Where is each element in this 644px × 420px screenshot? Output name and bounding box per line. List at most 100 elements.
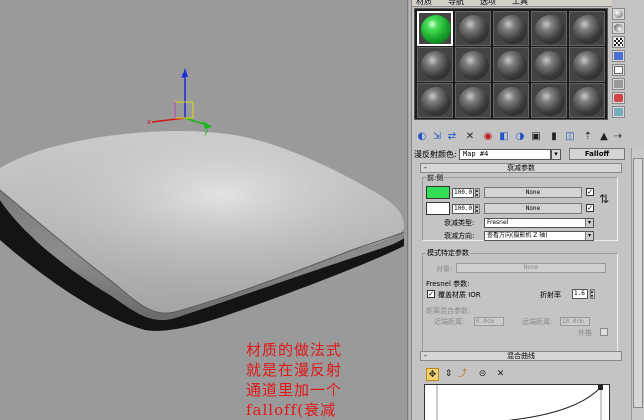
- swap-colors-icon[interactable]: ⇅: [598, 193, 610, 206]
- near-distance-field[interactable]: 0.0cm: [474, 317, 504, 326]
- color-swatch-2[interactable]: [426, 202, 450, 215]
- map-enable-checkbox-1[interactable]: ✓: [586, 188, 594, 196]
- assign-icon[interactable]: ⇄: [446, 130, 458, 143]
- ior-field[interactable]: 1.6: [572, 289, 588, 299]
- far-distance-label: 远端距离:: [522, 318, 553, 326]
- map-enable-checkbox-2[interactable]: ✓: [586, 204, 594, 212]
- amount-spinner-1[interactable]: [475, 188, 480, 198]
- reset-curve-icon[interactable]: ✕: [494, 368, 507, 381]
- material-slot-15[interactable]: [569, 83, 605, 118]
- sample-sphere: [573, 15, 603, 44]
- collapse-icon: -: [424, 163, 427, 172]
- show-end-result-icon[interactable]: ▮: [548, 130, 560, 143]
- falloff-type-select[interactable]: Fresnel ▾: [484, 218, 594, 228]
- video-icon: [614, 66, 623, 74]
- menu-navigation[interactable]: 导航: [448, 0, 464, 7]
- material-slot-14[interactable]: [531, 83, 567, 118]
- amount-field-2[interactable]: 100.0: [452, 204, 474, 214]
- material-slot-9[interactable]: [531, 47, 567, 82]
- show-map-icon[interactable]: ▣: [530, 130, 542, 143]
- scrollbar-thumb[interactable]: [633, 158, 643, 408]
- material-slot-4[interactable]: [531, 11, 567, 46]
- ior-spinner[interactable]: [590, 289, 595, 299]
- amount-spinner-2[interactable]: [475, 204, 480, 214]
- menu-utilities[interactable]: 工具: [512, 0, 528, 7]
- sample-sphere: [459, 51, 489, 80]
- object-label: 对象:: [436, 265, 453, 273]
- front-side-label: 前:侧: [426, 173, 445, 183]
- chevron-down-icon: ▾: [585, 232, 593, 240]
- uv-tiling-button[interactable]: [612, 50, 625, 62]
- add-point-icon[interactable]: ⤴: [456, 368, 469, 381]
- put-to-scene-icon[interactable]: ⇲: [431, 130, 443, 143]
- override-ior-checkbox[interactable]: ✓: [427, 290, 435, 298]
- menu-options[interactable]: 选项: [480, 0, 496, 7]
- panel-scrollbar[interactable]: [631, 148, 644, 420]
- delete-point-icon[interactable]: ⊝: [476, 368, 489, 381]
- material-slot-11[interactable]: [417, 83, 453, 118]
- sibling-icon[interactable]: ⇢: [612, 130, 624, 143]
- material-slot-13[interactable]: [493, 83, 529, 118]
- sample-type-button[interactable]: [612, 8, 625, 20]
- falloff-direction-select[interactable]: 查看方向(摄影机 Z 轴) ▾: [484, 231, 594, 241]
- scale-point-icon[interactable]: ⇕: [442, 368, 455, 381]
- map-button-2[interactable]: None: [484, 203, 582, 214]
- falloff-direction-label: 衰减方向:: [444, 232, 475, 240]
- show-background-icon[interactable]: ◫: [564, 130, 576, 143]
- material-slot-10[interactable]: [569, 47, 605, 82]
- falloff-params-rollout-header[interactable]: - 衰减参数: [420, 163, 622, 173]
- options-button[interactable]: [612, 92, 625, 104]
- color-swatch-1[interactable]: [426, 186, 450, 199]
- make-preview-button[interactable]: [612, 78, 625, 90]
- sample-sphere: [459, 15, 489, 44]
- mix-curve-rollout-header[interactable]: - 混合曲线: [420, 351, 622, 361]
- material-slot-7[interactable]: [455, 47, 491, 82]
- menu-bar: 材质 导航 选项 工具: [412, 0, 612, 7]
- viewport[interactable]: z x y 材质的做法式 就是在漫反射 通道里加一个 falloff(衰减: [0, 0, 407, 420]
- pick-map-dropdown[interactable]: ▾: [551, 149, 561, 160]
- mix-curve-graph[interactable]: [424, 384, 610, 420]
- make-unique-icon[interactable]: ◉: [482, 130, 494, 143]
- get-material-icon[interactable]: ◐: [416, 130, 428, 143]
- material-slot-2[interactable]: [455, 11, 491, 46]
- svg-text:z: z: [181, 72, 185, 80]
- material-slot-8[interactable]: [493, 47, 529, 82]
- reset-icon[interactable]: ✕: [464, 130, 476, 143]
- material-id-icon[interactable]: ◑: [514, 130, 526, 143]
- put-to-library-icon[interactable]: ◧: [498, 130, 510, 143]
- extrapolate-checkbox[interactable]: [600, 328, 608, 336]
- map-type-button[interactable]: Falloff: [569, 148, 625, 160]
- select-by-material-button[interactable]: [612, 106, 625, 118]
- sample-sphere: [497, 87, 527, 116]
- mode-params-label: 模式特定参数: [426, 248, 470, 258]
- material-slot-1[interactable]: [417, 11, 453, 46]
- collapse-icon: -: [424, 351, 427, 360]
- select-icon: [614, 108, 623, 116]
- go-to-parent-icon[interactable]: ⇡: [582, 130, 594, 143]
- distance-blend-label: 距离混合参数:: [426, 307, 471, 315]
- amount-field-1[interactable]: 100.0: [452, 188, 474, 198]
- material-editor: 材质 导航 选项 工具 ◐ ⇲ ⇄ ✕ ◉ ◧ ◑ ▣ ▮ ◫ ⇡ ▲ ⇢ 漫反…: [412, 0, 644, 420]
- sample-sphere: [535, 15, 565, 44]
- sample-slots: [414, 8, 608, 120]
- curve-toolbar: ✥ ⇕ ⤴ ⊝ ✕: [420, 368, 620, 382]
- material-slot-12[interactable]: [455, 83, 491, 118]
- object-pick-button[interactable]: None: [456, 263, 606, 273]
- map-button-1[interactable]: None: [484, 187, 582, 198]
- backlight-button[interactable]: [612, 22, 625, 34]
- move-point-icon[interactable]: ✥: [426, 368, 439, 381]
- sample-sphere: [421, 15, 451, 44]
- material-slot-3[interactable]: [493, 11, 529, 46]
- far-distance-field[interactable]: 10.0cm: [560, 317, 590, 326]
- material-slot-6[interactable]: [417, 47, 453, 82]
- options-icon: [614, 94, 623, 102]
- background-button[interactable]: [612, 36, 625, 48]
- go-forward-icon[interactable]: ▲: [598, 130, 610, 143]
- video-check-button[interactable]: [612, 64, 625, 76]
- falloff-type-label: 衰减类型:: [444, 219, 475, 227]
- menu-material[interactable]: 材质: [416, 0, 432, 7]
- sample-sphere: [421, 87, 451, 116]
- fresnel-params-label: Fresnel 参数:: [426, 280, 470, 288]
- map-name-field[interactable]: Map #4: [459, 149, 551, 160]
- material-slot-5[interactable]: [569, 11, 605, 46]
